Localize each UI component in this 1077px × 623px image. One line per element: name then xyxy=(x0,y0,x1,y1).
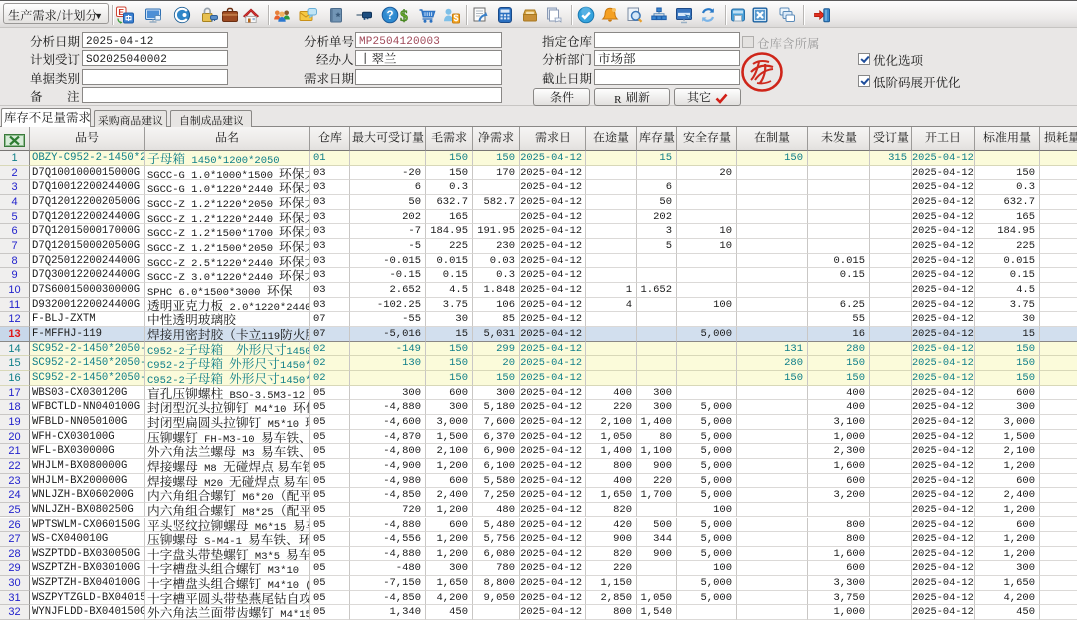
svg-text:$: $ xyxy=(453,13,458,23)
svg-text:$: $ xyxy=(400,8,408,24)
svg-text:?: ? xyxy=(386,10,393,22)
